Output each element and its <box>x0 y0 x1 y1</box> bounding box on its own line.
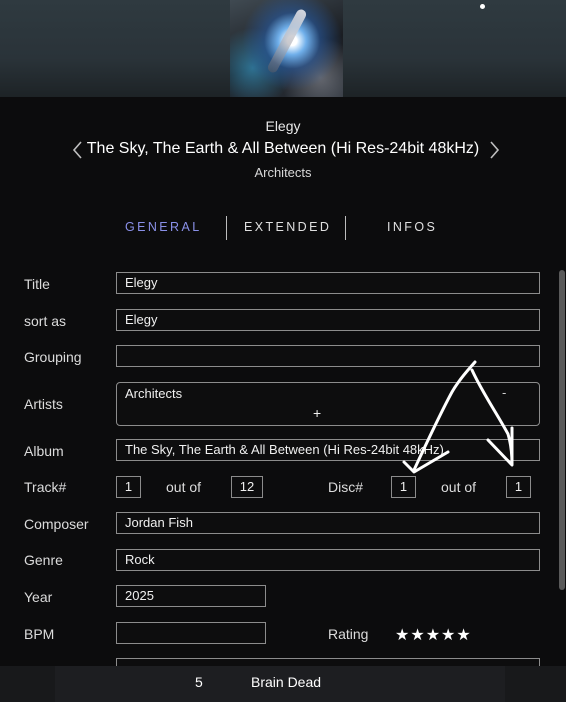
album-cover <box>230 0 343 97</box>
tab-extended[interactable]: EXTENDED <box>244 220 331 234</box>
year-input[interactable]: 2025 <box>116 585 266 607</box>
disc-out-of-label: out of <box>441 479 477 495</box>
track-number-input[interactable]: 1 <box>116 476 141 498</box>
sort-as-label: sort as <box>24 313 67 329</box>
artists-label: Artists <box>24 396 63 412</box>
tab-infos[interactable]: INFOS <box>387 220 437 234</box>
tab-bar: GENERAL EXTENDED INFOS <box>0 216 566 240</box>
title-label: Title <box>24 276 50 292</box>
title-input[interactable]: Elegy <box>116 272 540 294</box>
album-navigation: The Sky, The Earth & All Between (Hi Res… <box>0 138 566 162</box>
now-playing-number: 5 <box>195 674 203 690</box>
genre-input[interactable]: Rock <box>116 549 540 571</box>
tab-divider <box>226 216 227 240</box>
grouping-input[interactable] <box>116 345 540 367</box>
track-number-label: Track# <box>24 479 67 495</box>
artist-name: Architects <box>254 165 312 180</box>
track-total-input[interactable]: 12 <box>231 476 263 498</box>
now-playing-bar[interactable]: 5 Brain Dead <box>0 666 566 702</box>
track-out-of-label: out of <box>166 479 202 495</box>
grouping-label: Grouping <box>24 349 82 365</box>
sort-as-input[interactable]: Elegy <box>116 309 540 331</box>
disc-total-input[interactable]: 1 <box>506 476 531 498</box>
disc-number-input[interactable]: 1 <box>391 476 416 498</box>
composer-label: Composer <box>24 516 89 532</box>
disc-number-label: Disc# <box>328 479 364 495</box>
now-playing-title: Brain Dead <box>251 674 322 690</box>
light-speck <box>480 4 485 9</box>
album-label: Album <box>24 443 64 459</box>
album-input[interactable]: The Sky, The Earth & All Between (Hi Res… <box>116 439 540 461</box>
chevron-right-icon[interactable] <box>486 140 502 160</box>
track-name: Elegy <box>265 118 301 134</box>
tab-divider <box>345 216 346 240</box>
bpm-label: BPM <box>24 626 55 642</box>
artists-field[interactable]: Architects - + <box>116 382 540 426</box>
artist-entry[interactable]: Architects <box>125 386 182 401</box>
rating-label: Rating <box>328 626 369 642</box>
scrollbar-thumb[interactable] <box>559 270 565 590</box>
genre-label: Genre <box>24 552 63 568</box>
bpm-input[interactable] <box>116 622 266 644</box>
add-artist-button[interactable]: + <box>313 405 321 421</box>
rating-stars[interactable]: ★★★★★ <box>395 625 472 645</box>
album-title: The Sky, The Earth & All Between (Hi Res… <box>86 140 480 157</box>
remove-artist-button[interactable]: - <box>502 385 506 400</box>
composer-input[interactable]: Jordan Fish <box>116 512 540 534</box>
tab-general[interactable]: GENERAL <box>125 220 202 234</box>
year-label: Year <box>24 589 53 605</box>
